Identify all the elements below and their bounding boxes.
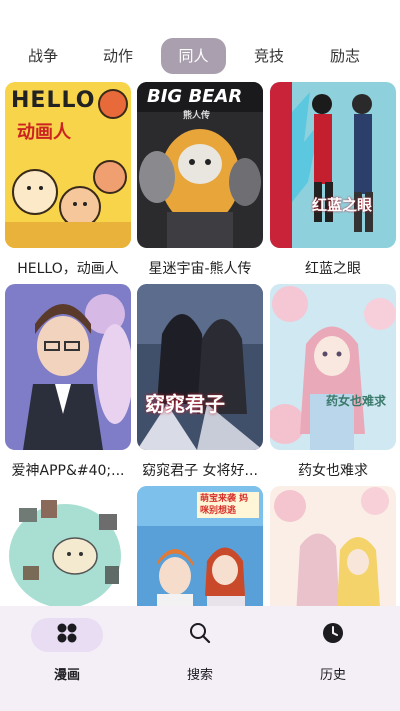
comic-cover: 窈窕君子 bbox=[137, 284, 263, 450]
grid-icon bbox=[56, 622, 78, 648]
comic-card[interactable]: 窈窕君子 窈窕君子 女将好... bbox=[137, 284, 263, 480]
comic-card[interactable]: HELLO 动画人 HELLO，动画人 bbox=[5, 82, 131, 278]
comic-cover: HELLO 动画人 bbox=[5, 82, 131, 248]
nav-comics-label: 漫画 bbox=[53, 668, 80, 683]
cover-subtitle: 熊人传 bbox=[183, 111, 211, 121]
nav-search[interactable]: 搜索 bbox=[155, 618, 245, 698]
tab-fan-fiction[interactable]: 同人 bbox=[161, 38, 226, 74]
comic-title: 红蓝之眼 bbox=[305, 261, 361, 277]
comic-card[interactable]: BIG BEAR 熊人传 星迷宇宙-熊人传 bbox=[137, 82, 263, 278]
cover-title: HELLO bbox=[11, 88, 96, 113]
comic-card[interactable] bbox=[5, 486, 131, 606]
comic-cover: 红蓝之眼 bbox=[270, 82, 396, 248]
comic-card[interactable] bbox=[270, 486, 396, 606]
comic-card[interactable]: 药女也难求 药女也难求 bbox=[270, 284, 396, 480]
tab-war[interactable]: 战争 bbox=[20, 38, 66, 74]
comic-cover bbox=[270, 486, 396, 606]
tab-action[interactable]: 动作 bbox=[95, 38, 141, 74]
nav-history[interactable]: 历史 bbox=[288, 618, 378, 698]
bottom-navigation: 漫画 搜索 历史 bbox=[0, 606, 400, 711]
cover-title: 窈窕君子 bbox=[145, 392, 225, 416]
clock-icon bbox=[322, 622, 344, 648]
tab-inspirational[interactable]: 励志 bbox=[322, 38, 368, 74]
comic-grid: HELLO 动画人 HELLO，动画人 BIG BEAR 熊人传 星迷宇宙-熊人… bbox=[0, 82, 400, 606]
nav-history-label: 历史 bbox=[319, 668, 346, 683]
nav-search-label: 搜索 bbox=[186, 668, 213, 683]
category-tabs: 战争 动作 同人 竞技 励志 bbox=[0, 38, 400, 74]
cover-title: 红蓝之眼 bbox=[312, 196, 373, 214]
comic-card[interactable]: 爱神APP&#40;... bbox=[5, 284, 131, 480]
nav-history-indicator bbox=[297, 618, 369, 652]
comic-title: 爱神APP&#40;... bbox=[11, 463, 125, 479]
comic-card[interactable]: 萌宝来袭 妈咪别想逃 bbox=[137, 486, 263, 606]
comic-cover bbox=[5, 486, 131, 606]
cover-title: 萌宝来袭 妈咪别想逃 bbox=[197, 492, 259, 518]
nav-comics-indicator bbox=[31, 618, 103, 652]
comic-title: 窈窕君子 女将好... bbox=[142, 463, 258, 479]
comic-cover: BIG BEAR 熊人传 bbox=[137, 82, 263, 248]
nav-search-indicator bbox=[164, 618, 236, 652]
comic-cover bbox=[5, 284, 131, 450]
comic-cover: 萌宝来袭 妈咪别想逃 bbox=[137, 486, 263, 606]
comic-title: HELLO，动画人 bbox=[17, 261, 119, 277]
cover-title: 药女也难求 bbox=[326, 394, 387, 408]
cover-title: BIG BEAR bbox=[147, 86, 243, 107]
comic-cover: 药女也难求 bbox=[270, 284, 396, 450]
search-icon bbox=[189, 622, 211, 648]
tab-sports[interactable]: 竞技 bbox=[246, 38, 292, 74]
cover-subtitle: 动画人 bbox=[17, 122, 71, 143]
comic-title: 药女也难求 bbox=[298, 463, 368, 479]
comic-card[interactable]: 红蓝之眼 红蓝之眼 bbox=[270, 82, 396, 278]
nav-comics[interactable]: 漫画 bbox=[22, 618, 112, 698]
comic-title: 星迷宇宙-熊人传 bbox=[148, 261, 252, 277]
